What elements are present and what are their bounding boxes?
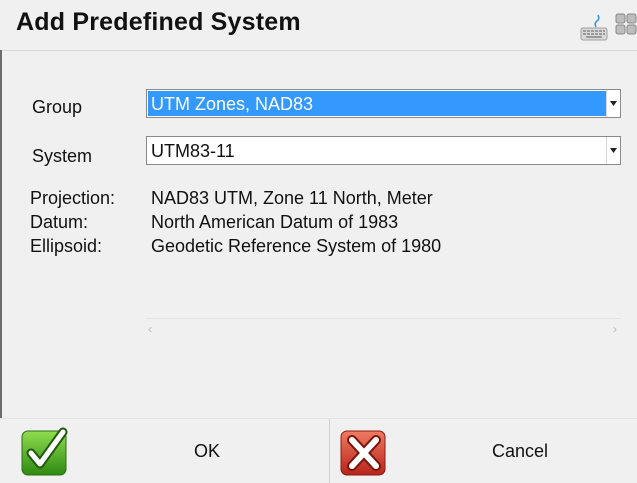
chevron-down-icon <box>610 148 617 153</box>
ellipsoid-row: Ellipsoid: Geodetic Reference System of … <box>30 234 441 258</box>
apps-grid-icon[interactable] <box>615 13 637 35</box>
scroll-right-arrow[interactable]: › <box>613 322 617 336</box>
projection-value: NAD83 UTM, Zone 11 North, Meter <box>151 188 433 208</box>
x-icon <box>340 430 386 476</box>
chevron-down-icon <box>610 101 617 106</box>
datum-key: Datum: <box>30 212 89 232</box>
title-separator <box>0 50 637 51</box>
system-dropdown-value: UTM83-11 <box>151 141 235 161</box>
group-dropdown-value: UTM Zones, NAD83 <box>148 91 606 116</box>
system-dropdown-arrow[interactable] <box>606 137 620 164</box>
projection-key: Projection: <box>30 188 116 208</box>
keyboard-icon[interactable] <box>580 13 608 41</box>
horizontal-scrollbar[interactable]: ‹ › <box>146 318 621 339</box>
ellipsoid-value: Geodetic Reference System of 1980 <box>151 236 442 256</box>
system-details: Projection: NAD83 UTM, Zone 11 North, Me… <box>30 186 441 258</box>
projection-row: Projection: NAD83 UTM, Zone 11 North, Me… <box>30 186 441 210</box>
datum-value: North American Datum of 1983 <box>151 212 399 232</box>
cancel-label: Cancel <box>492 441 549 461</box>
checkmark-icon <box>21 427 68 476</box>
group-label: Group <box>32 97 83 117</box>
datum-row: Datum: North American Datum of 1983 <box>30 210 441 234</box>
group-dropdown[interactable]: UTM Zones, NAD83 <box>146 89 621 118</box>
title-bar: Add Predefined System <box>0 0 637 50</box>
ok-label: OK <box>194 441 221 461</box>
scroll-left-arrow[interactable]: ‹ <box>148 322 152 336</box>
dialog-title: Add Predefined System <box>16 8 301 36</box>
system-label: System <box>32 146 93 166</box>
ellipsoid-key: Ellipsoid: <box>30 236 103 256</box>
add-predefined-system-dialog: Add Predefined System Group UTM Zones, N… <box>0 0 637 483</box>
group-dropdown-arrow[interactable] <box>606 90 620 117</box>
cancel-button[interactable]: Cancel <box>330 419 637 483</box>
system-dropdown[interactable]: UTM83-11 <box>146 136 621 165</box>
ok-button[interactable]: OK <box>2 419 329 483</box>
